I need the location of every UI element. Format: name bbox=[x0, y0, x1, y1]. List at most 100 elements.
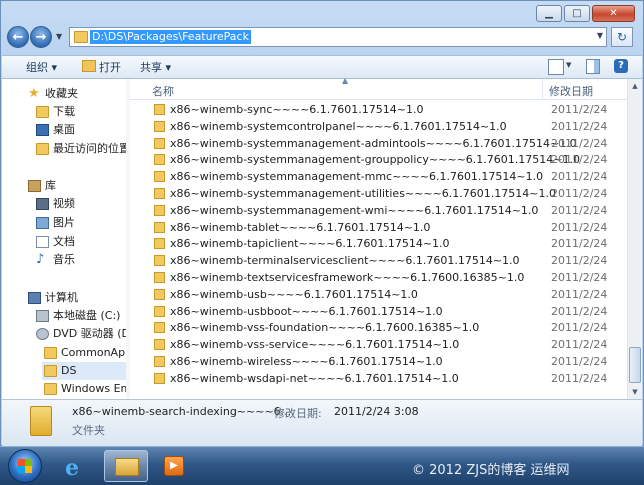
table-row[interactable]: x86~winemb-terminalservicesclient~~~~6.1… bbox=[130, 252, 627, 269]
folder-icon bbox=[154, 305, 165, 317]
nav-dvd-drive-label: DVD 驱动器 (D:) bbox=[53, 327, 129, 340]
maximize-icon: □ bbox=[572, 7, 582, 19]
library-icon bbox=[28, 180, 41, 192]
nav-pictures-label: 图片 bbox=[53, 216, 75, 229]
file-name: x86~winemb-tapiclient~~~~6.1.7601.17514~… bbox=[170, 237, 450, 251]
modified-date-value: 2011/2/24 3:08 bbox=[334, 405, 419, 418]
nav-libraries-label: 库 bbox=[45, 179, 56, 192]
table-row[interactable]: x86~winemb-sync~~~~6.1.7601.17514~1.0 201… bbox=[130, 101, 627, 118]
file-name: x86~winemb-textservicesframework~~~~6.1.… bbox=[170, 271, 525, 284]
star-icon: ★ bbox=[28, 86, 40, 101]
close-button[interactable]: ✕ bbox=[592, 5, 635, 22]
column-date-header[interactable]: 修改日期 bbox=[549, 83, 593, 99]
folder-icon bbox=[115, 458, 139, 476]
maximize-button[interactable]: □ bbox=[564, 5, 590, 22]
folder-icon bbox=[30, 406, 52, 436]
column-name-header[interactable]: 名称 bbox=[152, 83, 174, 99]
desktop-icon bbox=[36, 124, 49, 136]
minimize-button[interactable]: ▁ bbox=[536, 5, 562, 22]
file-date: 2011/2/24 bbox=[551, 338, 608, 352]
file-name: x86~winemb-sync~~~~6.1.7601.17514~1.0 bbox=[170, 103, 424, 116]
nav-recent-label: 最近访问的位置 bbox=[53, 142, 129, 155]
folder-icon bbox=[154, 188, 165, 199]
column-divider[interactable] bbox=[542, 79, 543, 99]
scroll-up-icon[interactable]: ▲ bbox=[628, 79, 642, 93]
preview-pane-icon[interactable] bbox=[586, 59, 600, 74]
open-folder-icon bbox=[82, 60, 96, 72]
table-row[interactable]: x86~winemb-systemmanagement-admintools~~… bbox=[130, 135, 627, 152]
folder-icon bbox=[154, 171, 165, 183]
folder-icon bbox=[154, 120, 165, 132]
address-dropdown-icon[interactable]: ▼ bbox=[597, 31, 603, 40]
navigation-bar: ← → ▼ D:\DS\Packages\FeaturePack ▼ ↻ bbox=[7, 26, 639, 50]
table-row[interactable]: x86~winemb-tapiclient~~~~6.1.7601.17514~… bbox=[130, 235, 627, 252]
command-bar: 组织 ▾ 打开 共享 ▾ ▼ ? bbox=[2, 55, 642, 79]
file-name: x86~winemb-usb~~~~6.1.7601.17514~1.0 bbox=[170, 287, 418, 301]
forward-button[interactable]: → bbox=[30, 26, 52, 48]
file-name: x86~winemb-vss-foundation~~~~6.1.7600.16… bbox=[170, 321, 480, 335]
nav-documents-label: 文档 bbox=[53, 235, 75, 248]
details-pane: x86~winemb-search-indexing~~~~6.... 修改日期… bbox=[2, 399, 642, 446]
nav-computer-label: 计算机 bbox=[45, 291, 78, 304]
table-row[interactable]: x86~winemb-wsdapi-net~~~~6.1.7601.17514~… bbox=[130, 370, 627, 387]
file-name: x86~winemb-systemmanagement-utilities~~~… bbox=[170, 187, 556, 200]
nav-downloads-label: 下载 bbox=[53, 105, 75, 118]
table-row[interactable]: x86~winemb-vss-foundation~~~~6.1.7600.16… bbox=[130, 319, 627, 336]
nav-windows-emb-label: Windows Emb bbox=[61, 382, 128, 395]
table-row[interactable]: x86~winemb-systemcontrolpanel~~~~6.1.760… bbox=[130, 118, 627, 135]
table-row[interactable]: x86~winemb-systemmanagement-grouppolicy~… bbox=[130, 151, 627, 168]
address-text[interactable]: D:\DS\Packages\FeaturePack bbox=[90, 30, 251, 44]
change-view-icon[interactable] bbox=[548, 59, 564, 75]
table-row[interactable]: x86~winemb-tablet~~~~6.1.7601.17514~1.0 2… bbox=[130, 219, 627, 236]
table-row[interactable]: x86~winemb-systemmanagement-wmi~~~~6.1.7… bbox=[130, 202, 627, 219]
nav-desktop-label: 桌面 bbox=[53, 123, 75, 136]
address-bar[interactable]: D:\DS\Packages\FeaturePack ▼ bbox=[69, 27, 607, 47]
folder-icon bbox=[154, 154, 165, 166]
table-row[interactable]: x86~winemb-systemmanagement-utilities~~~… bbox=[130, 185, 627, 202]
document-icon bbox=[36, 236, 49, 248]
navigation-pane: ★ 收藏夹 下载 桌面 最近访问的位置 库 视频 图片 文档 ♪ 音乐 计算机 … bbox=[2, 79, 129, 399]
nav-folder-ds[interactable]: DS bbox=[42, 362, 128, 380]
folder-icon bbox=[154, 339, 165, 351]
open-button[interactable]: 打开 bbox=[82, 59, 121, 75]
recent-pages-dropdown[interactable]: ▼ bbox=[56, 32, 62, 41]
back-button[interactable]: ← bbox=[7, 26, 29, 48]
file-date: 2011/2/24 bbox=[551, 287, 608, 301]
modified-date-label: 修改日期: bbox=[274, 407, 322, 420]
table-row[interactable]: x86~winemb-textservicesframework~~~~6.1.… bbox=[130, 269, 627, 286]
picture-icon bbox=[36, 217, 49, 229]
folder-icon bbox=[154, 272, 165, 283]
windows-explorer-taskbar-button[interactable] bbox=[104, 450, 148, 482]
folder-icon bbox=[44, 383, 57, 395]
vertical-scrollbar[interactable]: ▲ ▼ bbox=[627, 79, 642, 399]
folder-icon bbox=[44, 365, 57, 377]
folder-icon bbox=[154, 221, 165, 233]
file-name: x86~winemb-tablet~~~~6.1.7601.17514~1.0 bbox=[170, 220, 431, 234]
folder-icon bbox=[154, 137, 165, 149]
folder-icon bbox=[154, 204, 165, 216]
nav-ds-label: DS bbox=[61, 364, 77, 377]
table-row[interactable]: x86~winemb-systemmanagement-mmc~~~~6.1.7… bbox=[130, 168, 627, 185]
file-name: x86~winemb-systemcontrolpanel~~~~6.1.760… bbox=[170, 119, 507, 133]
start-button[interactable] bbox=[8, 449, 42, 483]
file-date: 2011/2/24 bbox=[551, 153, 608, 167]
table-row[interactable]: x86~winemb-usb~~~~6.1.7601.17514~1.0 2011… bbox=[130, 286, 627, 303]
view-dropdown-icon[interactable]: ▼ bbox=[566, 61, 571, 69]
media-player-taskbar-button[interactable]: ▶ bbox=[152, 450, 196, 482]
file-date: 2011/2/24 bbox=[551, 136, 608, 150]
table-row[interactable]: x86~winemb-vss-service~~~~6.1.7601.17514… bbox=[130, 336, 627, 353]
scroll-down-icon[interactable]: ▼ bbox=[628, 385, 642, 399]
file-name: x86~winemb-systemmanagement-grouppolicy~… bbox=[170, 153, 580, 167]
refresh-button[interactable]: ↻ bbox=[611, 27, 633, 47]
table-row[interactable]: x86~winemb-usbboot~~~~6.1.7601.17514~1.0… bbox=[130, 303, 627, 320]
folder-icon bbox=[154, 255, 165, 267]
file-name: x86~winemb-systemmanagement-wmi~~~~6.1.7… bbox=[170, 203, 539, 217]
internet-explorer-taskbar-button[interactable]: e bbox=[54, 450, 98, 482]
explorer-window: ▁ □ ✕ ← → ▼ D:\DS\Packages\FeaturePack ▼… bbox=[0, 0, 644, 446]
help-icon[interactable]: ? bbox=[614, 59, 628, 73]
organize-button[interactable]: 组织 ▾ bbox=[26, 59, 57, 75]
share-button[interactable]: 共享 ▾ bbox=[140, 59, 171, 75]
table-row[interactable]: x86~winemb-wireless~~~~6.1.7601.17514~1.… bbox=[130, 353, 627, 370]
scroll-thumb[interactable] bbox=[629, 347, 641, 383]
file-name: x86~winemb-systemmanagement-admintools~~… bbox=[170, 136, 577, 150]
